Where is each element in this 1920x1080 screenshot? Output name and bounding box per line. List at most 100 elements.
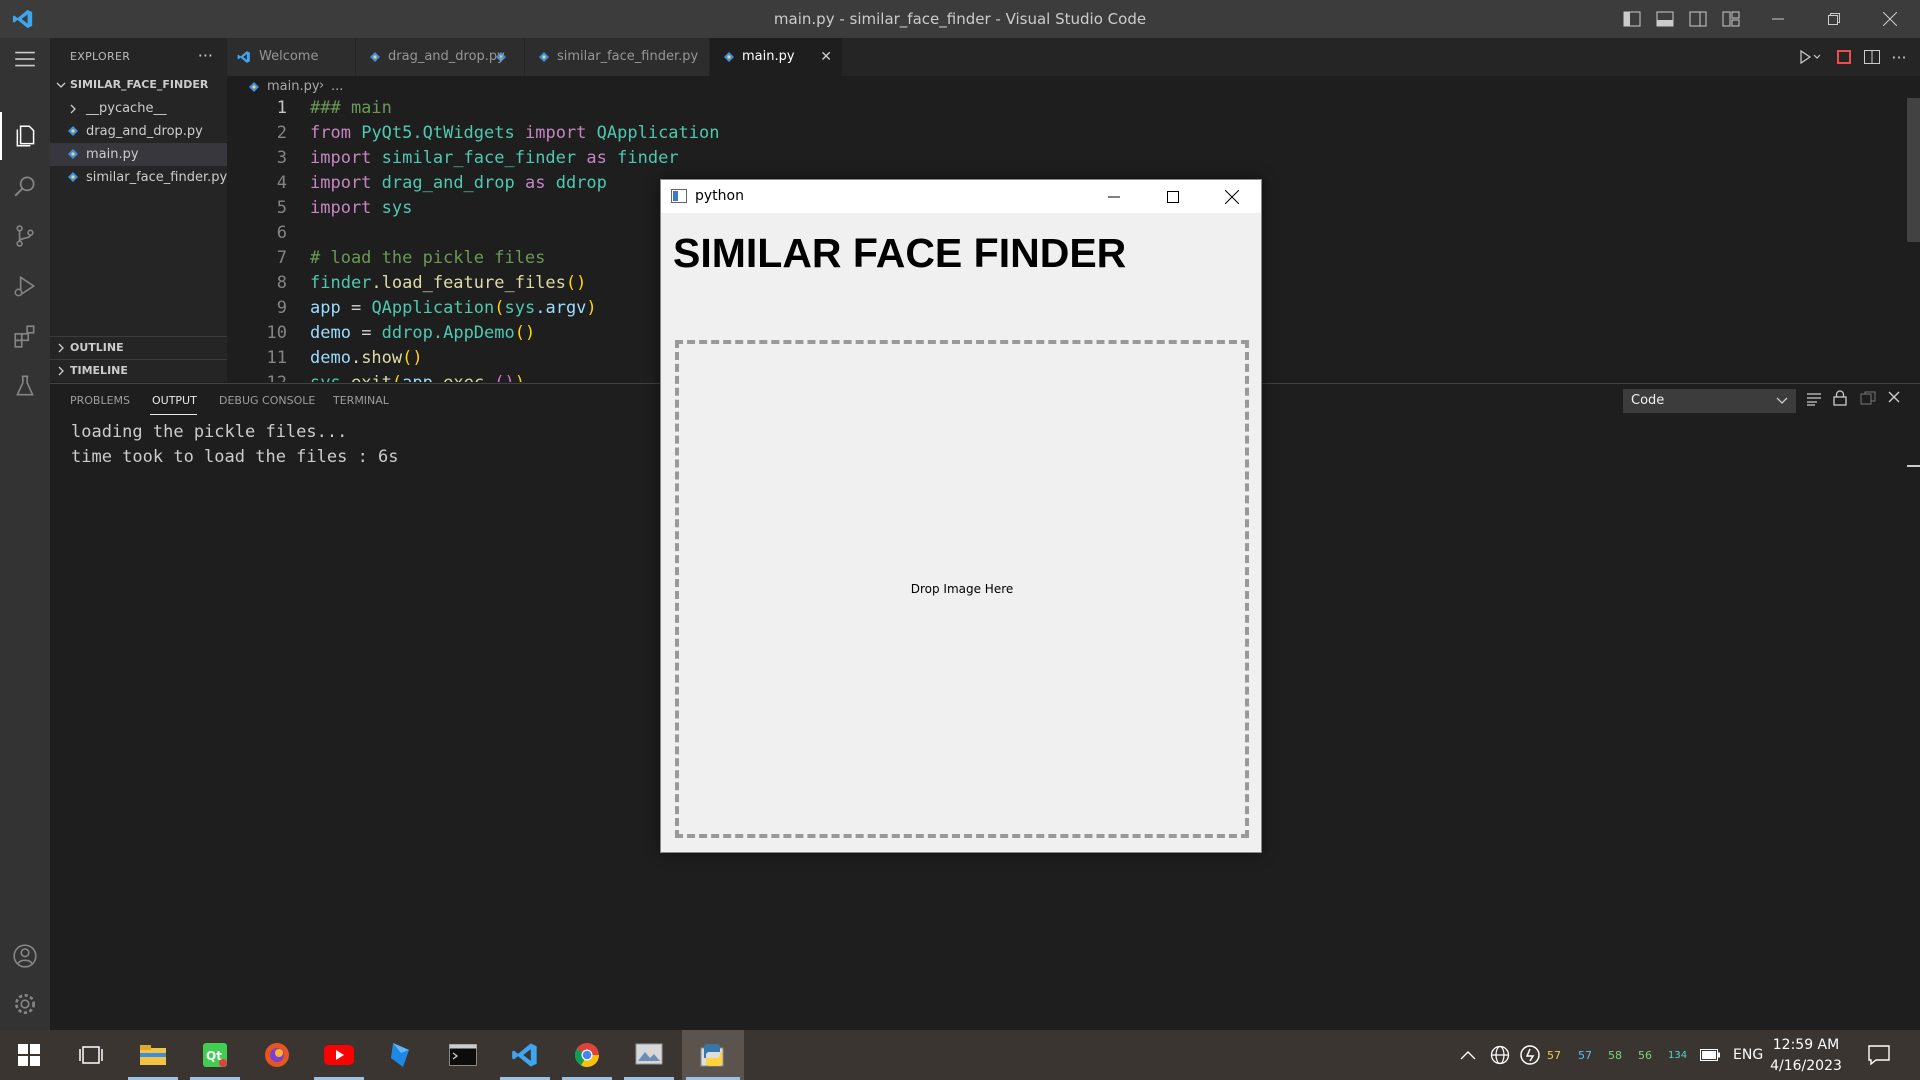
notifications-icon[interactable]: [1868, 1030, 1890, 1080]
tray-show-hidden-icon[interactable]: [1460, 1030, 1476, 1080]
search-icon[interactable]: [0, 162, 50, 210]
start-windows-icon[interactable]: [0, 1030, 58, 1080]
code-line: # load the pickle files: [310, 248, 546, 268]
menu-icon[interactable]: [0, 42, 50, 76]
minimize-icon[interactable]: [1756, 0, 1800, 38]
split-editor-icon[interactable]: [1860, 38, 1884, 76]
python-close-icon[interactable]: [1203, 180, 1261, 213]
customize-layout-icon[interactable]: [1709, 0, 1753, 38]
line-number: 3: [276, 148, 287, 168]
tree-item-label: __pycache__: [86, 101, 167, 116]
tab-output[interactable]: OUTPUT: [152, 394, 197, 407]
chevron-down-icon: [1776, 397, 1788, 404]
taskbar: Qt 57 57 58 56 134 ENG 12:59 AM 4/16/202…: [0, 1030, 1920, 1080]
battery-icon[interactable]: [1700, 1030, 1720, 1080]
python-window-titlebar[interactable]: python: [661, 180, 1261, 213]
tree-item-main[interactable]: main.py: [50, 143, 227, 166]
tab-welcome[interactable]: Welcome: [227, 38, 356, 76]
tree-item-similar-face-finder[interactable]: similar_face_finder.py: [50, 166, 227, 189]
tree-item-drag-and-drop[interactable]: drag_and_drop.py: [50, 120, 227, 143]
terminal-icon[interactable]: [434, 1030, 492, 1080]
workspace-folder[interactable]: SIMILAR_FACE_FINDER: [50, 74, 227, 96]
chrome-icon[interactable]: [558, 1030, 616, 1080]
restore-icon[interactable]: [1812, 0, 1856, 38]
python-maximize-icon[interactable]: [1144, 180, 1202, 213]
breadcrumb-separator-icon: ›: [319, 78, 325, 93]
lock-scroll-icon[interactable]: [1833, 390, 1847, 410]
task-view-icon[interactable]: [62, 1030, 120, 1080]
python-minimize-icon[interactable]: [1085, 180, 1143, 213]
code-line: import sys: [310, 198, 413, 218]
more-editor-actions-icon[interactable]: ···: [1887, 38, 1911, 76]
power-meter-icon[interactable]: [1520, 1030, 1540, 1080]
outline-label: OUTLINE: [70, 341, 124, 354]
network-globe-icon[interactable]: [1490, 1030, 1510, 1080]
clock-date: 4/16/2023: [1770, 1058, 1842, 1074]
extensions-icon[interactable]: [0, 312, 50, 360]
line-number: 12: [227, 373, 287, 382]
tab-drag-and-drop[interactable]: drag_and_drop.py: [356, 38, 525, 76]
breadcrumb: main.py › ...: [227, 76, 1920, 98]
tree-item-label: drag_and_drop.py: [86, 124, 203, 139]
more-actions-icon[interactable]: ···: [198, 46, 213, 65]
app-heading: SIMILAR FACE FINDER: [673, 230, 1127, 276]
account-icon[interactable]: [0, 932, 50, 980]
tray-stat: 56: [1638, 1048, 1652, 1062]
run-debug-icon[interactable]: [0, 262, 50, 310]
code-line: app = QApplication(sys.argv): [310, 298, 597, 318]
breadcrumb-rest[interactable]: ...: [331, 79, 343, 94]
tab-main[interactable]: main.py ✕: [710, 38, 843, 76]
source-control-icon[interactable]: [0, 212, 50, 260]
output-channel-select[interactable]: Code: [1623, 389, 1796, 413]
system-clock[interactable]: 12:59 AM 4/16/2023: [1766, 1035, 1846, 1077]
youtube-icon[interactable]: [310, 1030, 368, 1080]
code-line: import similar_face_finder as finder: [310, 148, 679, 168]
code-line: import drag_and_drop as ddrop: [310, 173, 607, 193]
image-drop-zone[interactable]: Drop Image Here: [675, 340, 1249, 838]
explorer-sidebar: EXPLORER ··· SIMILAR_FACE_FINDER __pycac…: [50, 38, 227, 382]
drop-zone-label: Drop Image Here: [910, 582, 1014, 596]
python-file-icon: [539, 52, 549, 62]
close-window-icon[interactable]: [1868, 0, 1912, 38]
line-number: 5: [276, 198, 287, 218]
testing-flask-icon[interactable]: [0, 362, 50, 410]
settings-gear-icon[interactable]: [0, 980, 50, 1028]
tab-problems[interactable]: PROBLEMS: [70, 394, 130, 407]
tree-item-label: similar_face_finder.py: [86, 170, 228, 185]
line-number: 4: [276, 173, 287, 193]
image-viewer-icon[interactable]: [620, 1030, 678, 1080]
breadcrumb-file[interactable]: main.py: [267, 79, 320, 94]
output-channel-value: Code: [1631, 393, 1665, 408]
chevron-right-icon: [58, 343, 64, 353]
close-panel-icon[interactable]: [1888, 391, 1900, 407]
workspace-folder-label: SIMILAR_FACE_FINDER: [70, 78, 209, 91]
chevron-right-icon: [58, 366, 64, 376]
editor-scrollbar[interactable]: [1907, 98, 1920, 242]
tray-stat: 57: [1547, 1048, 1561, 1062]
code-line: demo.show(): [310, 348, 423, 368]
tree-item-pycache[interactable]: __pycache__: [50, 97, 227, 120]
language-indicator[interactable]: ENG: [1733, 1030, 1763, 1080]
explorer-icon[interactable]: [0, 112, 50, 160]
tab-terminal[interactable]: TERMINAL: [333, 394, 389, 407]
python-taskbar-icon[interactable]: [682, 1030, 744, 1080]
python-file-icon: [724, 52, 734, 62]
run-file-icon[interactable]: [1793, 38, 1827, 76]
maximize-panel-icon[interactable]: [1860, 391, 1876, 409]
tab-similar-face-finder[interactable]: similar_face_finder.py: [525, 38, 710, 76]
timeline-label: TIMELINE: [70, 364, 128, 377]
outline-section[interactable]: OUTLINE: [50, 336, 227, 359]
tab-debug-console[interactable]: DEBUG CONSOLE: [219, 394, 315, 407]
timeline-section[interactable]: TIMELINE: [50, 359, 227, 382]
file-explorer-icon[interactable]: [124, 1030, 182, 1080]
qt-creator-icon[interactable]: Qt: [186, 1030, 244, 1080]
clear-output-icon[interactable]: [1806, 392, 1822, 410]
tray-stat: 134: [1668, 1049, 1688, 1061]
stop-icon[interactable]: [1832, 38, 1856, 76]
close-tab-icon[interactable]: ✕: [820, 38, 832, 76]
blue-app-icon[interactable]: [372, 1030, 430, 1080]
vscode-taskbar-icon[interactable]: [496, 1030, 554, 1080]
python-window-title: python: [695, 188, 744, 204]
firefox-icon[interactable]: [248, 1030, 306, 1080]
title-bar: main.py - similar_face_finder - Visual S…: [0, 0, 1920, 38]
